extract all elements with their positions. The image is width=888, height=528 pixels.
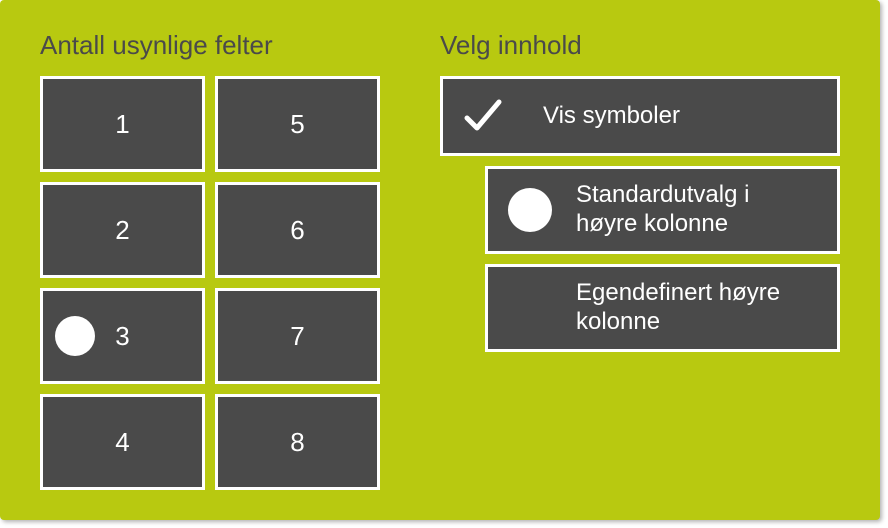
number-button-5[interactable]: 5 xyxy=(215,76,380,172)
number-button-4[interactable]: 4 xyxy=(40,394,205,490)
show-symbols-toggle[interactable]: Vis symboler xyxy=(440,76,840,156)
content-selection-title: Velg innhold xyxy=(440,30,840,61)
number-label: 4 xyxy=(115,427,129,458)
number-button-6[interactable]: 6 xyxy=(215,182,380,278)
number-button-2[interactable]: 2 xyxy=(40,182,205,278)
custom-selection-radio[interactable]: Egendefinert høyre kolonne xyxy=(485,264,840,352)
number-label: 7 xyxy=(290,321,304,352)
number-label: 6 xyxy=(290,215,304,246)
settings-panel: Antall usynlige felter 1 5 2 6 3 7 4 xyxy=(0,0,880,520)
standard-selection-radio[interactable]: Standardutvalg i høyre kolonne xyxy=(485,166,840,254)
radio-selected-icon xyxy=(508,188,552,232)
number-label: 1 xyxy=(115,109,129,140)
number-button-7[interactable]: 7 xyxy=(215,288,380,384)
number-button-8[interactable]: 8 xyxy=(215,394,380,490)
number-button-3[interactable]: 3 xyxy=(40,288,205,384)
checkmark-icon xyxy=(463,96,503,136)
show-symbols-label: Vis symboler xyxy=(543,102,680,130)
custom-selection-label: Egendefinert høyre kolonne xyxy=(576,279,817,337)
invisible-fields-title: Antall usynlige felter xyxy=(40,30,380,61)
content-buttons: Vis symboler Standardutvalg i høyre kolo… xyxy=(440,76,840,352)
content-selection-section: Velg innhold Vis symboler Standardutvalg… xyxy=(440,30,840,490)
number-grid: 1 5 2 6 3 7 4 8 xyxy=(40,76,380,490)
number-label: 3 xyxy=(115,321,129,352)
standard-selection-label: Standardutvalg i høyre kolonne xyxy=(576,181,817,239)
number-label: 5 xyxy=(290,109,304,140)
number-label: 8 xyxy=(290,427,304,458)
number-label: 2 xyxy=(115,215,129,246)
number-button-1[interactable]: 1 xyxy=(40,76,205,172)
radio-unselected-icon xyxy=(508,286,552,330)
invisible-fields-section: Antall usynlige felter 1 5 2 6 3 7 4 xyxy=(40,30,380,490)
selected-indicator-icon xyxy=(55,316,95,356)
